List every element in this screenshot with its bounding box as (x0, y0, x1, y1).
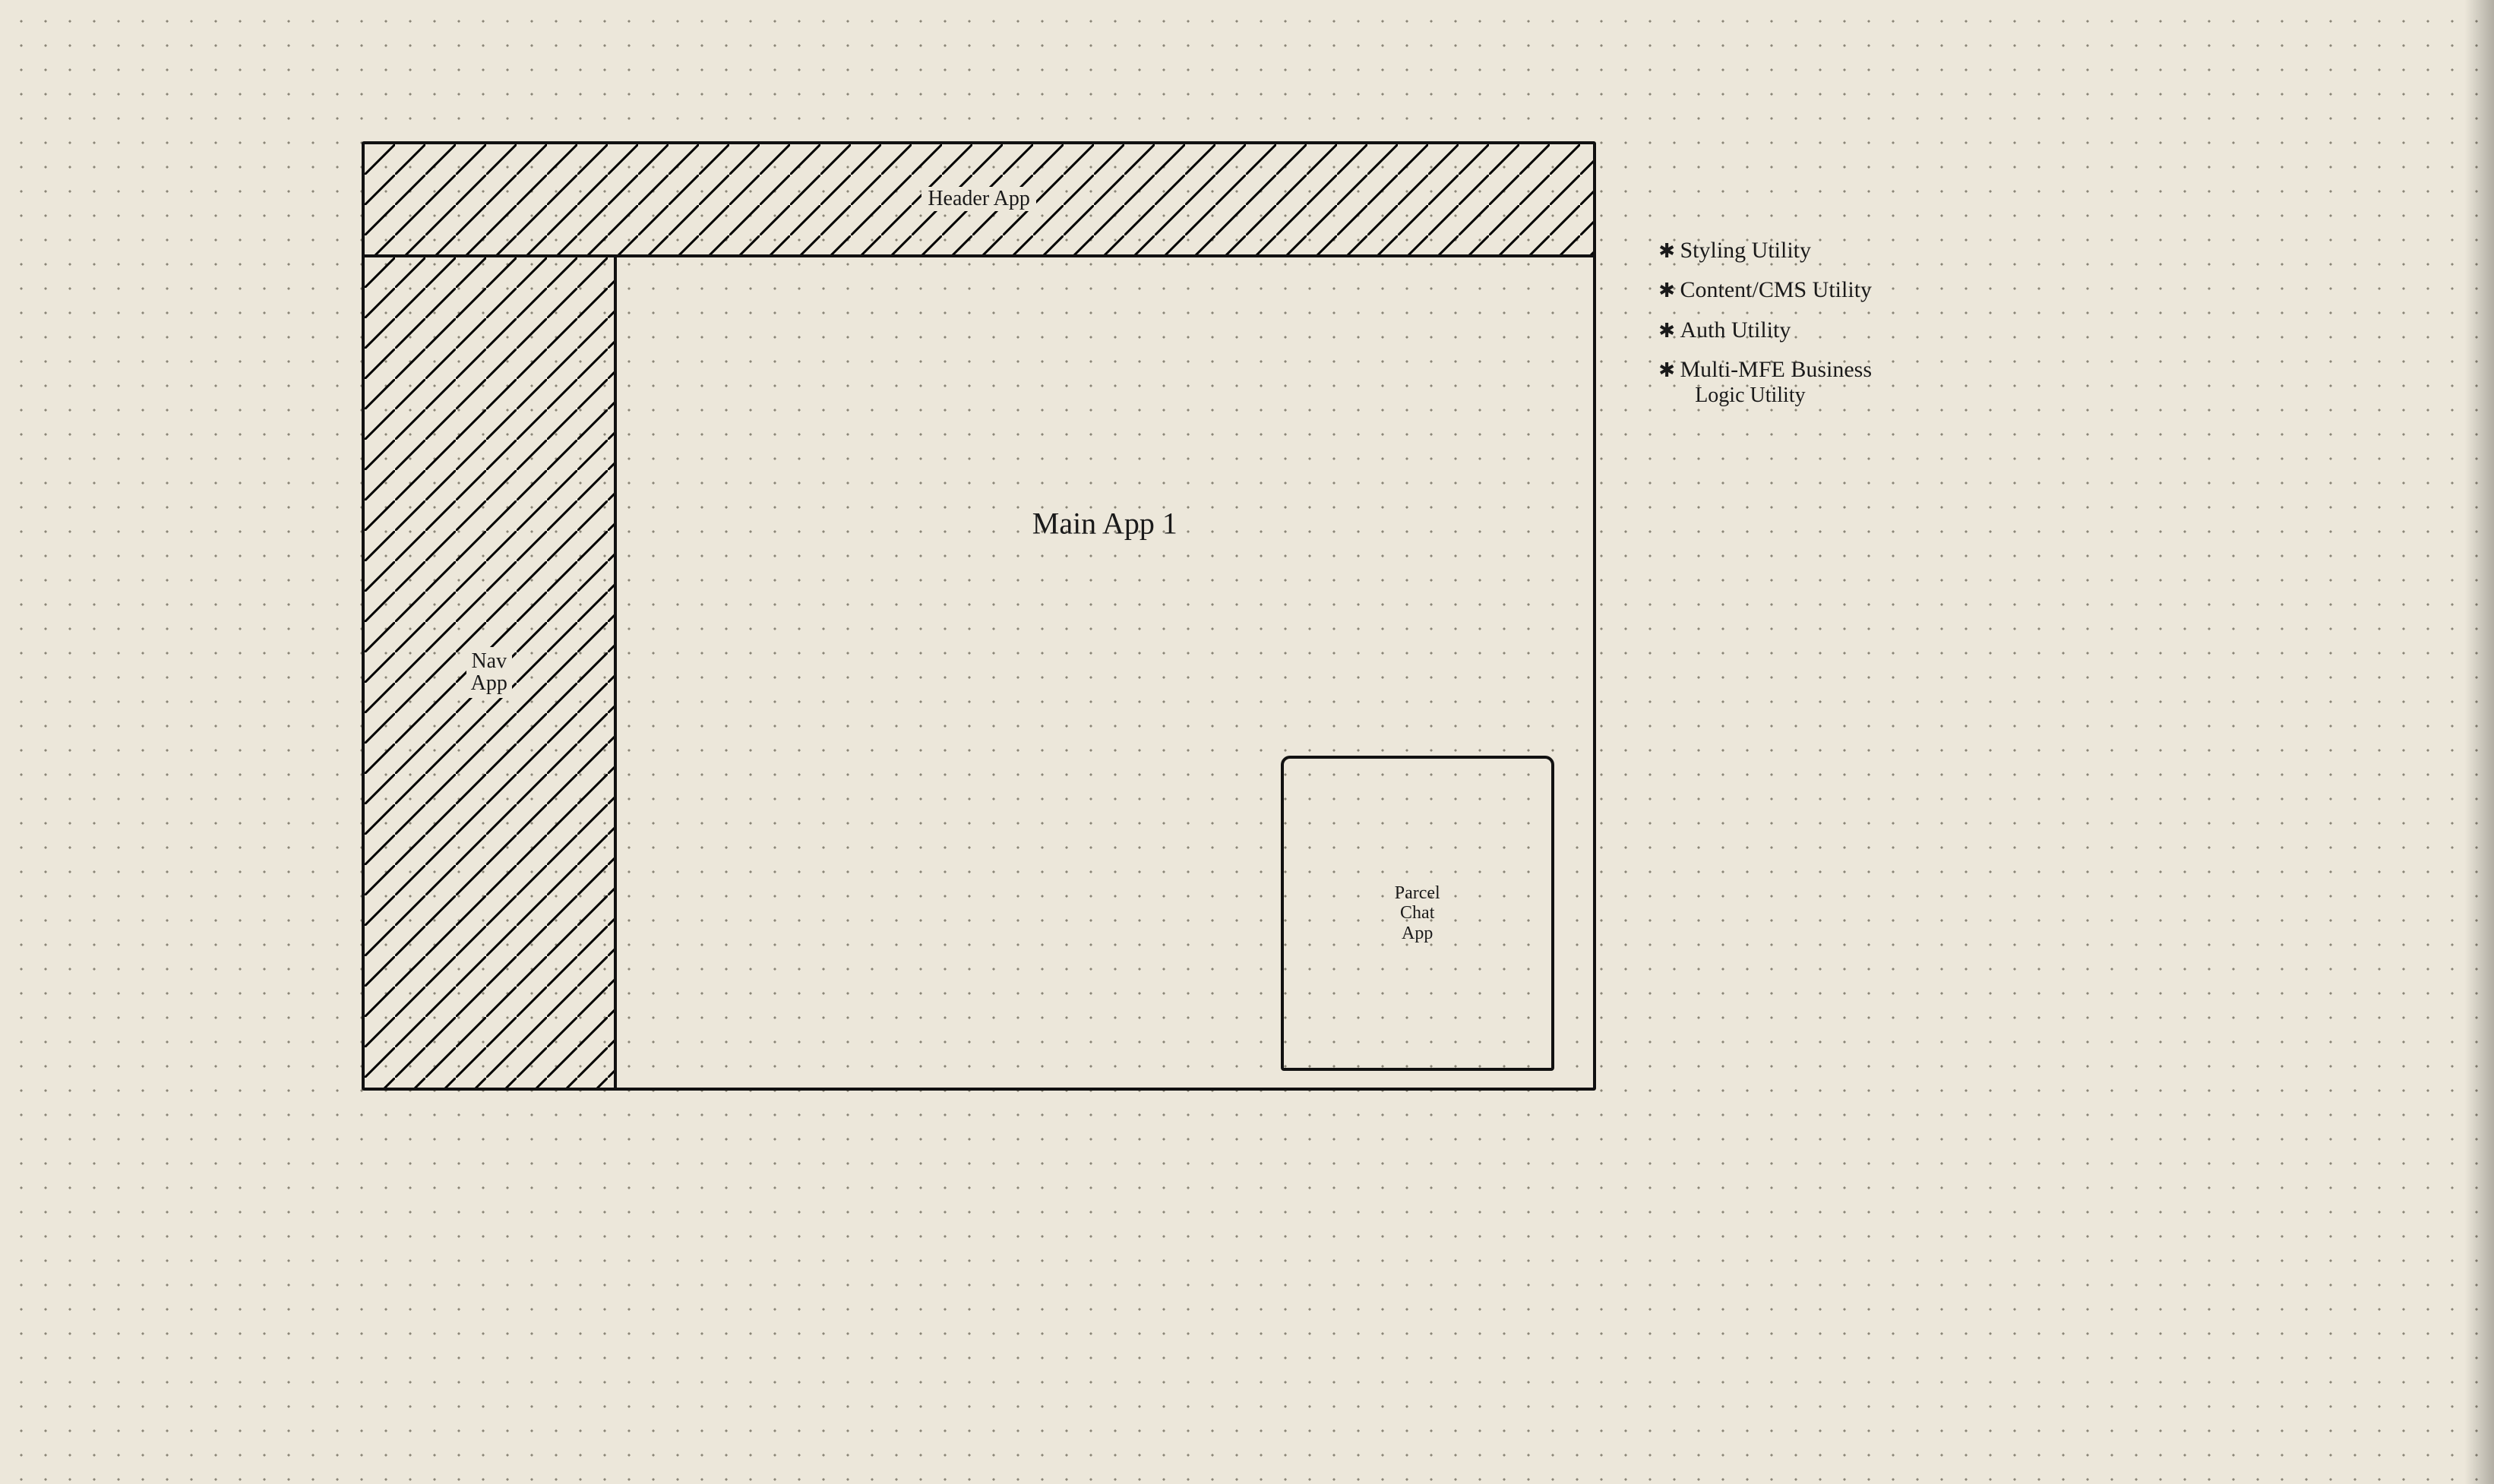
parcel-chat-app-region: Parcel Chat App (1281, 756, 1554, 1072)
utility-label: Content/CMS Utility (1680, 277, 1872, 302)
utility-label: Multi-MFE Business (1680, 357, 1872, 384)
utility-item-auth: Auth Utility (1658, 317, 2457, 344)
notebook-page-edge-shadow (2464, 0, 2494, 1484)
main-app-label: Main App 1 (1032, 505, 1177, 541)
parcel-chat-app-label: Parcel Chat App (1395, 883, 1440, 943)
main-app-region: Main App 1 Parcel Chat App (617, 257, 1594, 1088)
app-frame: Header App Nav App Main App 1 Parcel Cha… (362, 141, 1596, 1091)
header-app-region: Header App (365, 144, 1593, 257)
utility-label: Styling Utility (1680, 238, 1811, 263)
utility-label-line2: Logic Utility (1695, 384, 2457, 408)
notebook-page: Header App Nav App Main App 1 Parcel Cha… (0, 0, 2494, 1484)
utility-item-styling: Styling Utility (1658, 238, 2457, 264)
header-app-label: Header App (921, 187, 1036, 211)
nav-app-label: Nav App (466, 647, 512, 698)
nav-app-region: Nav App (365, 257, 617, 1088)
utilities-list: Styling Utility Content/CMS Utility Auth… (1658, 238, 2457, 422)
utility-item-multi-mfe: Multi-MFE Business Logic Utility (1658, 357, 2457, 408)
utility-item-content-cms: Content/CMS Utility (1658, 277, 2457, 304)
utility-label: Auth Utility (1680, 317, 1791, 343)
